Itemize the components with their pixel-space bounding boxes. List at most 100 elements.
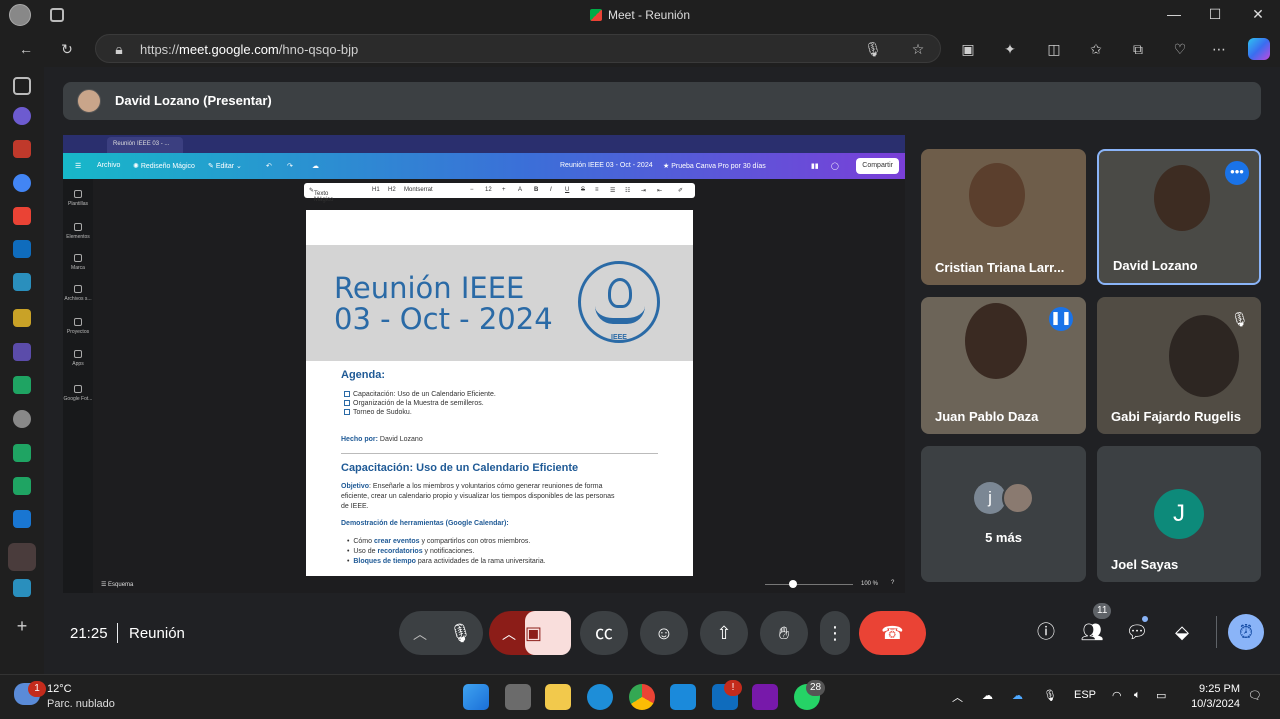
participant-tile[interactable]: Cristian Triana Larr... — [921, 149, 1086, 285]
align-icon[interactable]: ≡ — [595, 187, 599, 193]
tabs-icon[interactable] — [13, 77, 31, 95]
favorite-star-icon[interactable]: ☆ — [907, 38, 929, 60]
task-view-icon[interactable] — [505, 684, 531, 710]
store-icon[interactable] — [670, 684, 696, 710]
camera-off-button[interactable]: ▣ — [525, 611, 571, 655]
canva-magic-redesign[interactable]: ✺ Rediseño Mágico — [133, 162, 195, 170]
document-page[interactable]: Reunión IEEE 03 - Oct - 2024 IEEE Agenda… — [306, 210, 693, 577]
activities-icon[interactable]: ⬙ — [1164, 614, 1200, 650]
participant-tile[interactable]: J Joel Sayas — [1097, 446, 1261, 582]
italic-button[interactable]: I — [550, 187, 552, 193]
zoom-slider[interactable] — [765, 584, 853, 585]
canva-menu-icon[interactable]: ☰ — [75, 162, 81, 170]
canva-share-button[interactable]: Compartir — [856, 158, 899, 174]
outlook-icon[interactable] — [13, 240, 31, 258]
audio-options-chevron-icon[interactable]: ︿ — [413, 626, 427, 642]
refresh-icon[interactable]: ↻ — [56, 38, 78, 60]
more-menu-icon[interactable]: ⋯ — [1208, 38, 1230, 60]
language-indicator[interactable]: ESP — [1074, 689, 1096, 701]
chrome-icon[interactable] — [629, 684, 655, 710]
meet-active-icon[interactable] — [8, 543, 36, 571]
split-screen-icon[interactable]: ◫ — [1043, 38, 1065, 60]
indent-icon[interactable]: ⇥ — [641, 187, 646, 194]
url-text[interactable]: https://meet.google.com/hno-qsqo-bjp — [140, 42, 358, 57]
app-icon[interactable] — [13, 410, 31, 428]
font-select[interactable]: Montserrat — [404, 187, 433, 193]
address-bar[interactable]: 🔒︎ https://meet.google.com/hno-qsqo-bjp … — [95, 34, 941, 63]
volume-icon[interactable]: 🔈︎ — [1134, 689, 1141, 702]
classroom-icon[interactable] — [13, 579, 31, 597]
calendar-icon[interactable] — [13, 510, 31, 528]
maximize-button[interactable]: ☐ — [1205, 6, 1225, 24]
app-icon[interactable] — [13, 343, 31, 361]
paint-format-icon[interactable]: ✐ — [678, 187, 683, 194]
heading2-button[interactable]: H2 — [388, 187, 396, 193]
taskbar-time[interactable]: 9:25 PM — [1196, 683, 1240, 695]
onenote-icon[interactable] — [752, 684, 778, 710]
drive-icon[interactable] — [13, 444, 31, 462]
font-size-plus[interactable]: + — [502, 187, 506, 193]
meeting-info-icon[interactable]: ⓘ — [1028, 614, 1064, 650]
google-icon[interactable] — [13, 174, 31, 192]
tray-overflow-icon[interactable]: ︿ — [952, 689, 963, 705]
people-icon[interactable]: 👥︎ — [1074, 614, 1110, 650]
canva-left-item[interactable]: Archivos s... — [63, 285, 93, 302]
present-screen-button[interactable]: ⇧ — [700, 611, 748, 655]
weather-temp[interactable]: 12°C — [47, 683, 72, 695]
onedrive-sync-icon[interactable]: ☁︎ — [982, 689, 993, 702]
undo-icon[interactable]: ↶ — [266, 162, 272, 170]
wifi-icon[interactable]: ◠ — [1112, 689, 1122, 702]
more-participants-tile[interactable]: j 5 más — [921, 446, 1086, 582]
comment-icon[interactable]: ◯ — [831, 162, 839, 170]
canva-left-item[interactable]: Google Fot... — [63, 385, 93, 402]
battery-icon[interactable]: ▭ — [1156, 689, 1166, 702]
extension-ui-icon[interactable]: ▣ — [957, 38, 979, 60]
microphone-icon[interactable]: 🎙︎ — [862, 38, 884, 60]
app-icon[interactable] — [13, 140, 31, 158]
onedrive-icon[interactable]: ☁︎ — [1012, 689, 1023, 702]
magic-text-button[interactable]: ✎ Texto Mágico — [309, 187, 333, 203]
font-size-value[interactable]: 12 — [485, 187, 492, 193]
notes-button[interactable]: ☰ Esquema — [101, 581, 133, 588]
canva-left-item[interactable]: Plantillas — [63, 190, 93, 207]
heading1-button[interactable]: H1 — [372, 187, 380, 193]
zoom-value[interactable]: 100 % — [861, 581, 878, 587]
weather-desc[interactable]: Parc. nublado — [47, 698, 115, 710]
extensions-puzzle-icon[interactable]: ✦ — [999, 38, 1021, 60]
drive-icon[interactable] — [13, 376, 31, 394]
microphone-button[interactable]: 🎙︎ — [449, 611, 472, 655]
start-windows-icon[interactable] — [463, 684, 489, 710]
back-arrow-icon[interactable]: ← — [15, 38, 37, 60]
app-icon[interactable] — [13, 107, 31, 125]
taskbar-date[interactable]: 10/3/2024 — [1186, 698, 1240, 710]
notifications-icon[interactable]: 🗨︎ — [1248, 689, 1262, 702]
captions-button[interactable]: ㏄ — [580, 611, 628, 655]
canva-left-item[interactable]: Marca — [63, 254, 93, 271]
outdent-icon[interactable]: ⇤ — [657, 187, 662, 194]
underline-button[interactable]: U — [565, 187, 569, 193]
participant-tile[interactable]: 🎙︎ Gabi Fajardo Rugelis — [1097, 297, 1261, 434]
gmail-icon[interactable] — [13, 207, 31, 225]
text-color-button[interactable]: A — [518, 187, 522, 193]
canva-tab[interactable]: Reunión IEEE 03 - ... — [107, 137, 183, 153]
help-icon[interactable]: ? — [891, 580, 894, 586]
classroom-icon[interactable] — [13, 273, 31, 291]
collections-icon[interactable]: ⧉ — [1127, 38, 1149, 60]
minimize-button[interactable]: — — [1164, 6, 1184, 24]
host-controls-icon[interactable]: ⏰︎ — [1228, 614, 1264, 650]
browser-essentials-icon[interactable]: ♡ — [1169, 38, 1191, 60]
analytics-icon[interactable]: ▮▮ — [811, 162, 819, 170]
numbered-list-icon[interactable]: ☷ — [625, 187, 630, 194]
favorites-icon[interactable]: ✩ — [1085, 38, 1107, 60]
canva-archivo[interactable]: Archivo — [97, 162, 120, 169]
raise-hand-button[interactable]: ✋︎ — [760, 611, 808, 655]
edge-browser-icon[interactable] — [587, 684, 613, 710]
font-size-minus[interactable]: − — [470, 187, 474, 193]
canva-pro-trial[interactable]: ★ Prueba Canva Pro por 30 días — [663, 162, 766, 170]
close-window-button[interactable]: ✕ — [1248, 6, 1268, 24]
bold-button[interactable]: B — [534, 187, 538, 193]
zoom-slider-thumb[interactable] — [789, 580, 797, 588]
canva-edit[interactable]: ✎ Editar ⌄ — [208, 162, 242, 170]
canva-left-item[interactable]: Elementos — [63, 223, 93, 240]
end-call-button[interactable]: ☎︎ — [859, 611, 926, 655]
